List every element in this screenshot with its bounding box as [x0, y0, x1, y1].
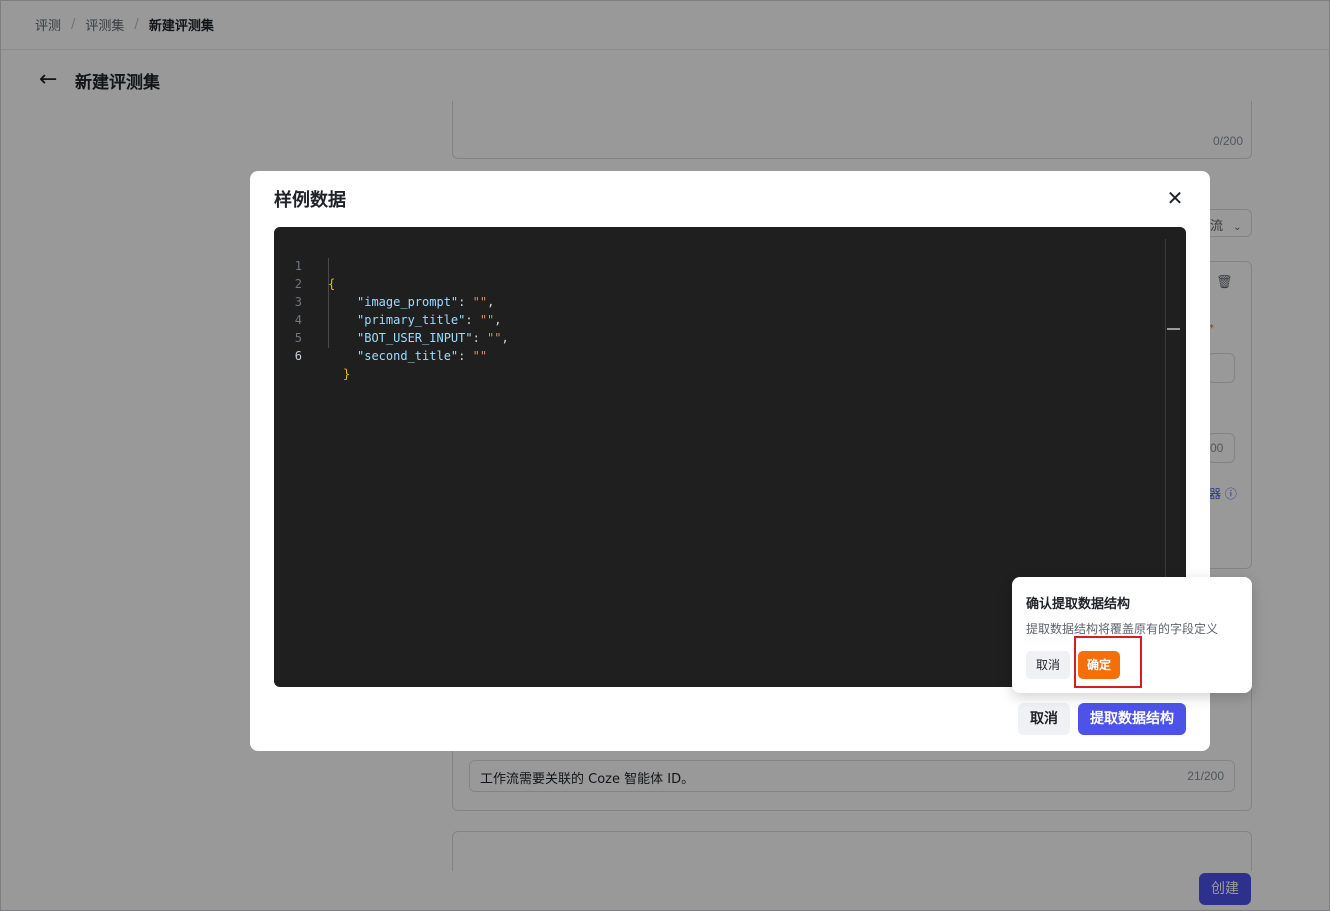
code-line: 5 "second_title": "": [274, 311, 1186, 363]
highlight-box: [1074, 636, 1142, 688]
code-line: 1 {: [274, 239, 1186, 291]
code-line: 4 "BOT_USER_INPUT": "",: [274, 293, 1186, 345]
cancel-button[interactable]: 取消: [1018, 703, 1070, 735]
close-icon[interactable]: ✕: [1164, 187, 1186, 209]
json-key: "second_title": [357, 349, 459, 363]
line-number: 6: [294, 349, 302, 363]
editor-scroll-marker: [1167, 328, 1180, 330]
extract-structure-button[interactable]: 提取数据结构: [1078, 703, 1186, 735]
code-text: }: [343, 365, 350, 383]
code-line: 3 "primary_title": "",: [274, 275, 1186, 327]
code-line: 6 }: [274, 329, 1186, 381]
code-line: 2 "image_prompt": "",: [274, 257, 1186, 309]
modal-title: 样例数据: [274, 190, 346, 211]
popover-title: 确认提取数据结构: [1026, 597, 1131, 612]
json-value: "": [472, 349, 488, 363]
colon: :: [458, 349, 473, 363]
code-text: "second_title": "": [357, 347, 487, 365]
popover-cancel-button[interactable]: 取消: [1026, 651, 1070, 679]
indent-guide: [328, 258, 329, 348]
popover-description: 提取数据结构将覆盖原有的字段定义: [1026, 622, 1219, 636]
close-brace: }: [343, 367, 351, 381]
